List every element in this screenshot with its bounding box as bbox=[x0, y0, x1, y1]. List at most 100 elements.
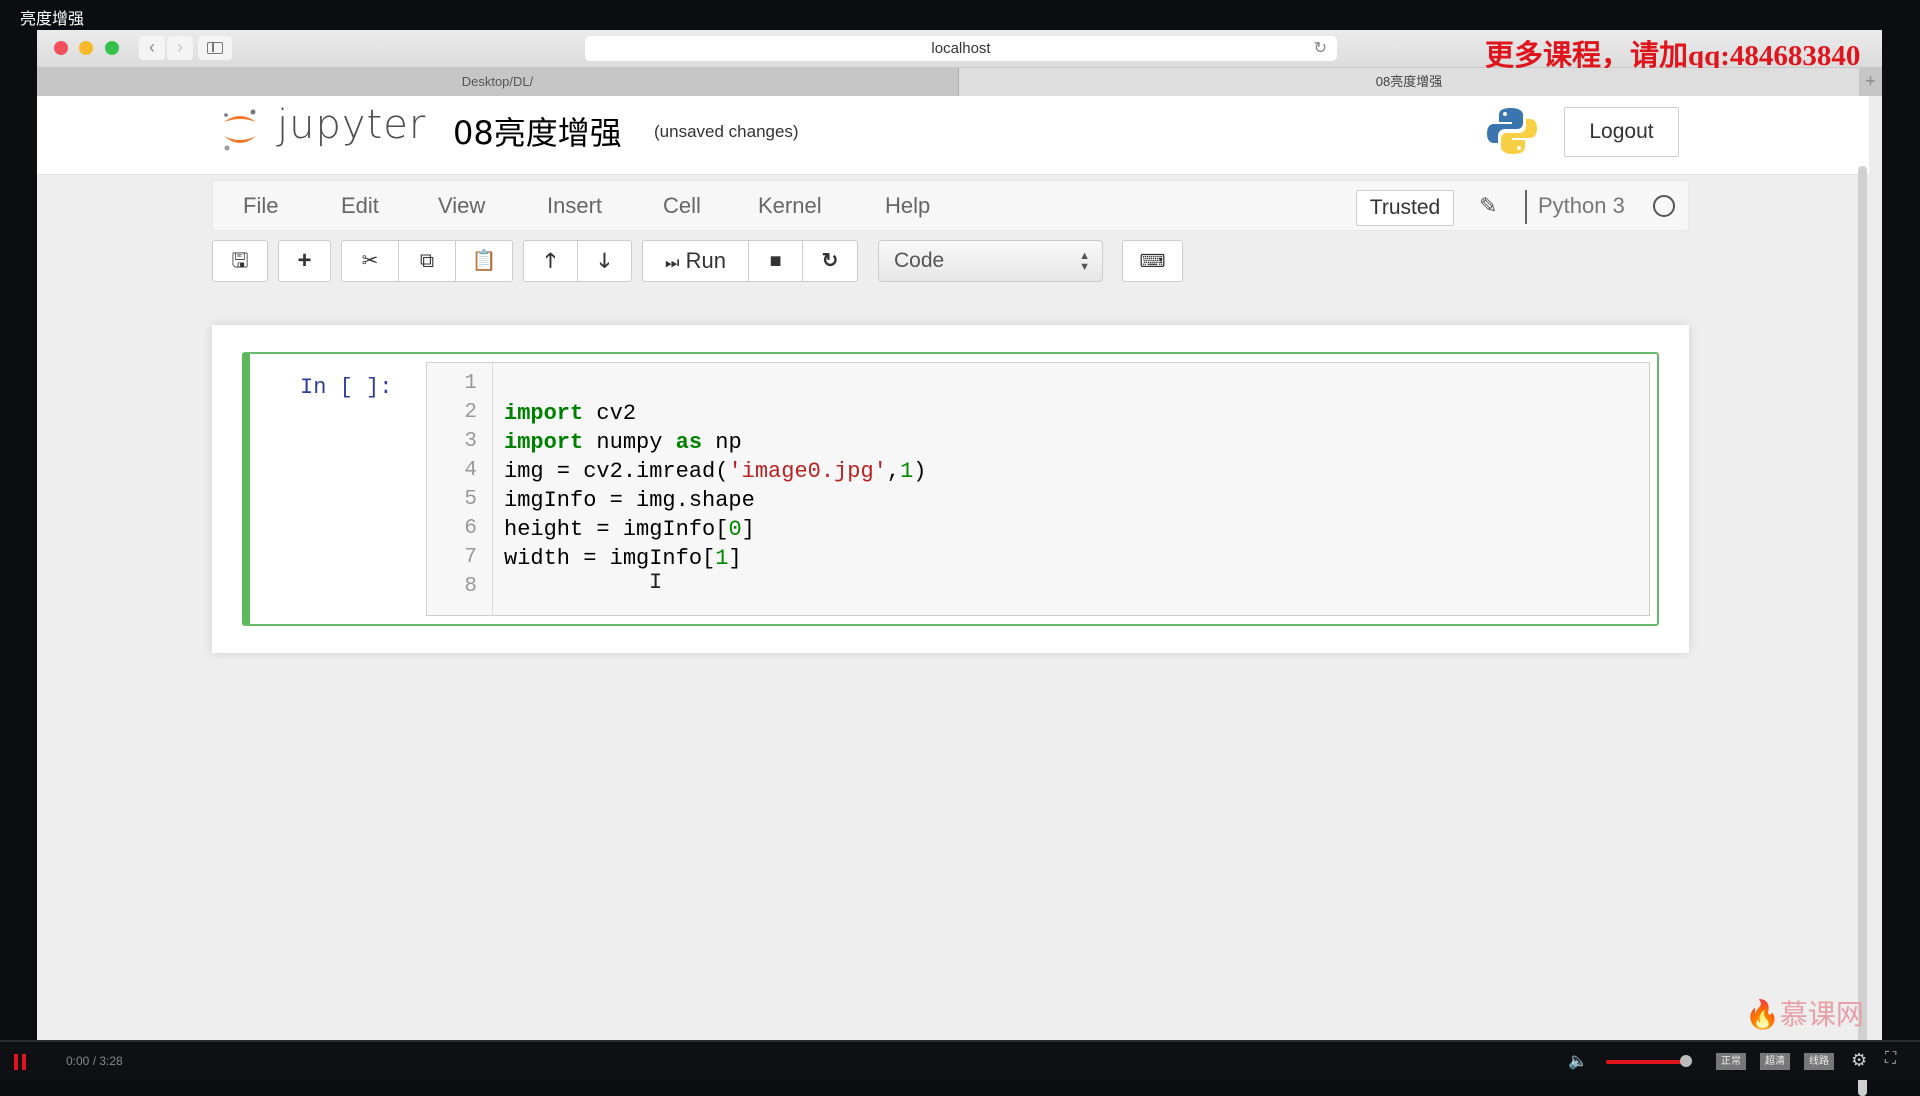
cut-button[interactable]: ✂ bbox=[341, 240, 399, 282]
address-bar[interactable]: localhost ↻ bbox=[585, 36, 1337, 61]
volume-slider-handle[interactable] bbox=[1680, 1055, 1692, 1067]
code-token: import bbox=[504, 430, 584, 455]
close-window-button[interactable] bbox=[54, 41, 68, 55]
save-button[interactable]: 🖫 bbox=[212, 240, 268, 282]
code-token: height = imgInfo[ bbox=[504, 517, 729, 542]
playback-time: 0:00 / 3:28 bbox=[66, 1054, 123, 1068]
run-button[interactable]: ⏭ Run bbox=[642, 240, 749, 282]
line-number: 1 bbox=[464, 372, 477, 395]
new-tab-button[interactable]: + bbox=[1859, 68, 1882, 96]
menu-file[interactable]: File bbox=[243, 193, 278, 219]
line-select-button[interactable]: 线路 bbox=[1804, 1053, 1834, 1070]
notebook-title[interactable]: 08亮度增强 bbox=[453, 108, 622, 154]
command-palette-button[interactable]: ⌨ bbox=[1122, 240, 1183, 282]
kernel-name[interactable]: Python 3 bbox=[1538, 193, 1625, 219]
menu-help[interactable]: Help bbox=[885, 193, 930, 219]
select-arrows-icon: ▲ ▼ bbox=[1079, 250, 1090, 273]
menu-kernel[interactable]: Kernel bbox=[758, 193, 822, 219]
stop-icon: ■ bbox=[769, 250, 782, 272]
move-up-button[interactable]: 🡑 bbox=[523, 240, 578, 282]
copy-icon: ⧉ bbox=[419, 250, 435, 272]
save-icon: 🖫 bbox=[231, 250, 249, 272]
line-number: 6 bbox=[464, 517, 477, 540]
quality-hd-button[interactable]: 超清 bbox=[1760, 1053, 1790, 1070]
plus-icon: + bbox=[297, 247, 312, 274]
trusted-indicator[interactable]: Trusted bbox=[1356, 190, 1454, 226]
forward-button[interactable]: › bbox=[167, 36, 193, 60]
interrupt-button[interactable]: ■ bbox=[748, 240, 803, 282]
line-number: 5 bbox=[464, 488, 477, 511]
cell-type-value: Code bbox=[894, 249, 945, 272]
menu-cell[interactable]: Cell bbox=[663, 193, 701, 219]
fullscreen-icon[interactable]: ⛶ bbox=[1885, 1050, 1896, 1068]
code-token: 1 bbox=[715, 546, 729, 571]
kernel-idle-icon bbox=[1653, 195, 1675, 217]
browser-window: ‹ › localhost ↻ 更多课程，请加qq:484683840 Desk… bbox=[37, 30, 1882, 1096]
jupyter-header: jupyter 08亮度增强 (unsaved changes) Logout bbox=[37, 96, 1869, 175]
menu-bar: File Edit View Insert Cell Kernel Help T… bbox=[212, 180, 1689, 231]
video-player-bar: 0:00 / 3:28 🔈 正常 超清 线路 ⚙ ⛶ bbox=[0, 1040, 1920, 1080]
arrow-down-icon: 🡓 bbox=[599, 250, 610, 272]
code-line: height = imgInfo[0] bbox=[504, 517, 755, 542]
flame-icon: 🔥 bbox=[1745, 998, 1780, 1031]
pencil-icon[interactable]: ✎ bbox=[1479, 193, 1497, 219]
code-token: , bbox=[886, 459, 901, 484]
restart-icon: ↻ bbox=[821, 250, 839, 272]
cell-type-select[interactable]: Code ▲ ▼ bbox=[878, 240, 1103, 282]
code-token: np bbox=[702, 430, 742, 455]
restart-button[interactable]: ↻ bbox=[802, 240, 858, 282]
tab-desktop-dl[interactable]: Desktop/DL/ bbox=[37, 68, 959, 96]
jupyter-page: jupyter 08亮度增强 (unsaved changes) Logout … bbox=[37, 96, 1869, 1096]
code-cell[interactable]: In [ ]: 1 2 3 4 5 6 7 8 import cv2 import numpy … bbox=[242, 352, 1659, 626]
page-scrollbar[interactable] bbox=[1858, 166, 1867, 1096]
pause-icon[interactable] bbox=[14, 1054, 28, 1070]
code-token: as bbox=[675, 430, 703, 455]
reload-icon[interactable]: ↻ bbox=[1314, 36, 1327, 61]
cell-prompt: In [ ]: bbox=[300, 375, 393, 400]
site-logo-text: 慕课网 bbox=[1779, 998, 1864, 1031]
python-logo-icon bbox=[1487, 108, 1537, 154]
back-button[interactable]: ‹ bbox=[139, 36, 165, 60]
text-cursor-icon: I bbox=[649, 570, 663, 595]
code-token: width = imgInfo[ bbox=[504, 546, 716, 571]
code-token: 'image0.jpg' bbox=[728, 459, 887, 484]
code-token: numpy bbox=[583, 430, 676, 455]
code-token: 0 bbox=[728, 517, 742, 542]
tab-notebook[interactable]: 08亮度增强 bbox=[959, 68, 1859, 96]
code-token: imgInfo = img.shape bbox=[504, 488, 755, 513]
line-number: 4 bbox=[464, 459, 477, 482]
code-line: import cv2 bbox=[504, 401, 636, 426]
minimize-window-button[interactable] bbox=[79, 41, 93, 55]
code-token: img = cv2.imread( bbox=[504, 459, 729, 484]
code-line: width = imgInfo[1] bbox=[504, 546, 742, 571]
paste-icon: 📋 bbox=[471, 250, 497, 272]
menu-edit[interactable]: Edit bbox=[341, 193, 379, 219]
code-line: img = cv2.imread('image0.jpg',1) bbox=[504, 459, 926, 484]
quality-normal-button[interactable]: 正常 bbox=[1716, 1053, 1746, 1070]
code-token: ) bbox=[913, 459, 927, 484]
jupyter-logo-text: jupyter bbox=[277, 102, 427, 148]
browser-titlebar: ‹ › localhost ↻ 更多课程，请加qq:484683840 bbox=[37, 30, 1882, 72]
code-token: ] bbox=[728, 546, 742, 571]
tab-bar: Desktop/DL/ 08亮度增强 + bbox=[37, 68, 1882, 96]
logout-button[interactable]: Logout bbox=[1564, 107, 1679, 157]
maximize-window-button[interactable] bbox=[105, 41, 119, 55]
volume-icon[interactable]: 🔈 bbox=[1568, 1051, 1588, 1071]
notebook-container: In [ ]: 1 2 3 4 5 6 7 8 import cv2 import numpy … bbox=[212, 325, 1689, 653]
settings-gear-icon[interactable]: ⚙ bbox=[1851, 1050, 1867, 1071]
sidebar-icon bbox=[207, 42, 223, 54]
volume-slider[interactable] bbox=[1606, 1060, 1686, 1064]
paste-button[interactable]: 📋 bbox=[455, 240, 513, 282]
run-icon: ⏭ bbox=[665, 255, 680, 272]
menu-view[interactable]: View bbox=[438, 193, 485, 219]
jupyter-logo-icon[interactable] bbox=[220, 104, 260, 156]
code-editor[interactable]: 12345678 import cv2 import numpy as np img… bbox=[426, 362, 1650, 616]
menu-insert[interactable]: Insert bbox=[547, 193, 602, 219]
code-line: import numpy as np bbox=[504, 430, 742, 455]
keyboard-icon: ⌨ bbox=[1139, 251, 1166, 271]
move-down-button[interactable]: 🡓 bbox=[577, 240, 632, 282]
copy-button[interactable]: ⧉ bbox=[398, 240, 456, 282]
insert-cell-button[interactable]: + bbox=[278, 240, 331, 282]
sidebar-toggle-button[interactable] bbox=[198, 36, 232, 60]
line-number: 3 bbox=[464, 430, 477, 453]
